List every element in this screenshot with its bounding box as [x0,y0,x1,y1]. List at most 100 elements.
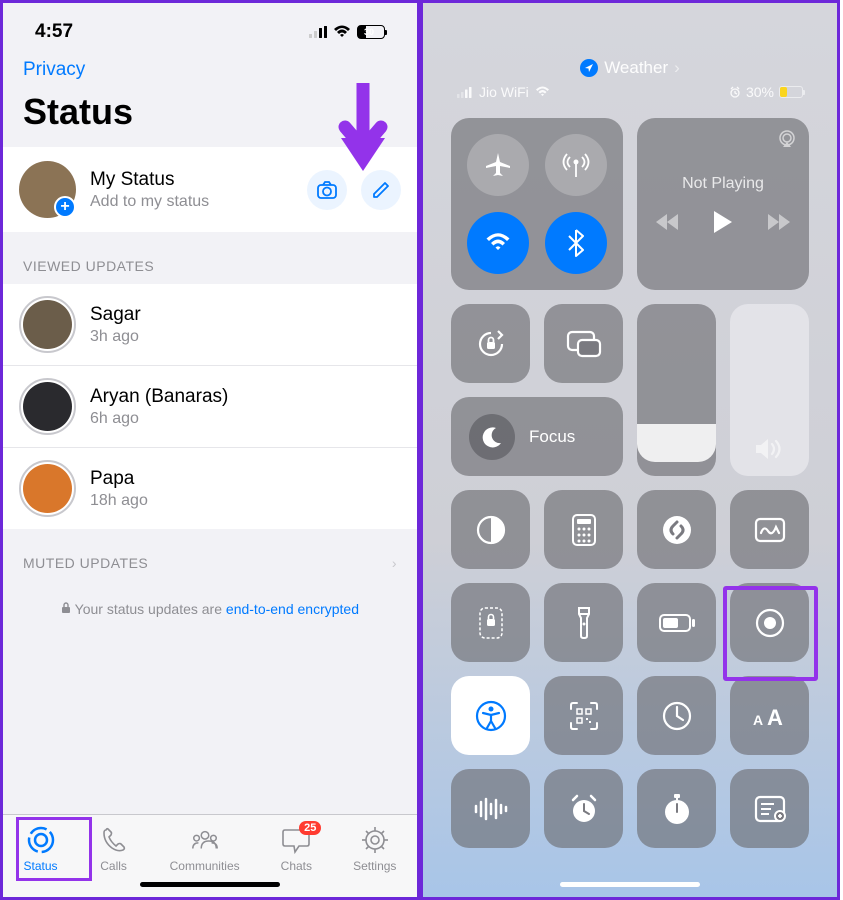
status-icons: 30 [309,25,385,39]
media-tile[interactable]: Not Playing [637,118,809,290]
chevron-right-icon: › [674,58,680,78]
timer-icon [661,700,693,732]
encryption-notice: Your status updates are end-to-end encry… [3,581,417,637]
tab-settings[interactable]: Settings [353,825,396,873]
camera-icon [317,181,337,199]
my-status-title: My Status [90,169,293,191]
contact-name: Aryan (Banaras) [90,386,228,408]
rewind-icon[interactable] [656,214,678,230]
mirror-icon [566,330,602,358]
qr-icon [569,701,599,731]
carrier-label: Jio WiFi [479,84,529,100]
tab-chats[interactable]: 25 Chats [281,825,312,873]
alarm-button[interactable] [544,769,623,848]
guided-access-icon [478,606,504,640]
accessibility-button[interactable] [451,676,530,755]
battery-percent: 30% [746,84,774,100]
pencil-icon [372,181,390,199]
lock-rotation-icon [474,327,508,361]
waveform-icon [473,797,509,821]
list-item[interactable]: Papa18h ago [3,448,417,529]
calculator-icon [572,514,596,546]
svg-text:A: A [767,705,783,727]
status-bar: 4:57 30 [3,3,417,51]
weather-link[interactable]: Weather › [580,58,680,78]
list-item[interactable]: Sagar 3h ago [3,284,417,366]
cellular-icon [309,25,327,39]
timer-button[interactable] [637,676,716,755]
accessibility-icon [475,700,507,732]
muted-updates-header[interactable]: MUTED UPDATES › [3,529,417,581]
avatar [19,296,76,353]
play-icon[interactable] [714,211,732,233]
chats-icon: 25 [281,825,311,855]
alarm-clock-icon [568,793,600,825]
shazam-button[interactable] [637,490,716,569]
guided-access-button[interactable] [451,583,530,662]
update-time: 6h ago [90,410,228,428]
focus-button[interactable]: Focus [451,397,623,476]
update-time: 18h ago [90,492,148,510]
cellular-icon [457,87,473,98]
contact-name: Sagar [90,304,141,326]
tab-communities[interactable]: Communities [170,825,240,873]
notes-icon [754,795,786,823]
add-status-plus-icon: + [54,196,76,218]
brightness-slider[interactable] [637,304,716,476]
arrow-down-annotation [333,83,393,178]
lock-icon [61,602,71,614]
communities-icon [190,825,220,855]
update-time: 3h ago [90,328,141,346]
notes-button[interactable] [730,769,809,848]
stopwatch-icon [662,792,692,826]
wifi-icon [485,233,511,253]
my-status-subtitle: Add to my status [90,193,293,211]
battery-icon: 30 [357,25,385,39]
voice-memo-button[interactable] [451,769,530,848]
moon-icon [469,414,515,460]
media-title: Not Playing [682,175,764,193]
flashlight-button[interactable] [544,583,623,662]
volume-slider[interactable] [730,304,809,476]
highlight-annotation [16,817,92,881]
calculator-button[interactable] [544,490,623,569]
qr-scanner-button[interactable] [544,676,623,755]
my-avatar: + [19,161,76,218]
wifi-icon [535,86,550,98]
bluetooth-toggle[interactable] [545,212,607,274]
forward-icon[interactable] [768,214,790,230]
flashlight-icon [576,606,592,640]
list-item[interactable]: Aryan (Banaras) 6h ago [3,366,417,448]
cellular-data-toggle[interactable] [545,134,607,196]
wifi-toggle[interactable] [467,212,529,274]
freeform-button[interactable] [730,490,809,569]
airplay-icon [777,130,797,148]
location-icon [580,59,598,77]
connectivity-tile [451,118,623,290]
encryption-link[interactable]: end-to-end encrypted [226,601,359,617]
dark-mode-toggle[interactable] [451,490,530,569]
low-power-toggle[interactable] [637,583,716,662]
antenna-icon [562,151,590,179]
wifi-icon [333,25,351,39]
shazam-icon [661,514,693,546]
contrast-icon [475,514,507,546]
phone-icon [99,825,129,855]
viewed-updates-list: Sagar 3h ago Aryan (Banaras) 6h ago Papa18… [3,284,417,529]
airplane-mode-toggle[interactable] [467,134,529,196]
airplane-icon [484,151,512,179]
orientation-lock-toggle[interactable] [451,304,530,383]
highlight-annotation [723,586,818,681]
home-indicator[interactable] [560,882,700,887]
screen-mirroring-button[interactable] [544,304,623,383]
text-size-icon: AA [753,705,787,727]
text-size-button[interactable]: AA [730,676,809,755]
battery-icon [659,614,695,632]
home-indicator[interactable] [140,882,280,887]
battery-icon [779,86,803,98]
tab-calls[interactable]: Calls [99,825,129,873]
freeform-icon [754,517,786,543]
alarm-icon [729,86,741,98]
time-label: 4:57 [35,21,73,43]
stopwatch-button[interactable] [637,769,716,848]
